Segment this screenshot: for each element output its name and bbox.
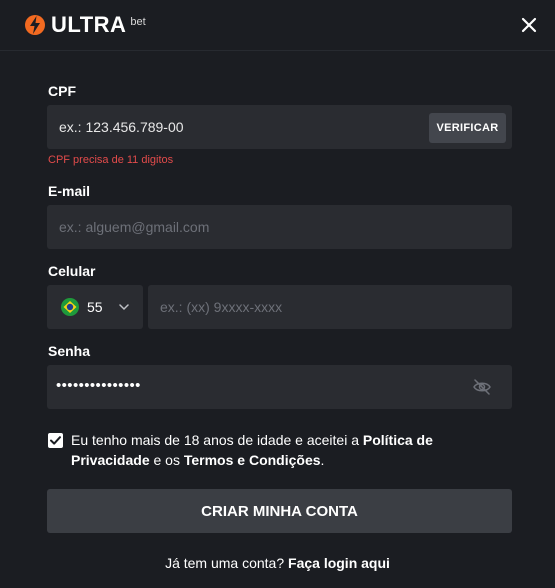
create-account-button[interactable]: CRIAR MINHA CONTA xyxy=(47,489,512,533)
login-prompt: Já tem uma conta? Faça login aqui xyxy=(0,555,555,571)
phone-input[interactable] xyxy=(148,285,512,329)
password-input[interactable]: ••••••••••••••• xyxy=(56,377,141,394)
email-input[interactable] xyxy=(47,205,512,249)
email-label: E-mail xyxy=(48,183,91,199)
cpf-label: CPF xyxy=(48,83,76,99)
phone-label: Celular xyxy=(48,263,96,279)
verify-button[interactable]: VERIFICAR xyxy=(429,113,506,143)
brand-suffix: bet xyxy=(130,16,146,28)
terms-text-part: Eu tenho mais de 18 anos de idade e acei… xyxy=(71,432,363,448)
brazil-flag-icon xyxy=(61,298,79,316)
brand-name: ULTRA xyxy=(51,12,127,37)
cpf-error-message: CPF precisa de 11 digitos xyxy=(48,154,174,166)
cpf-field-wrapper: VERIFICAR xyxy=(47,105,512,149)
terms-conditions-link[interactable]: Termos e Condições xyxy=(184,452,321,468)
password-label: Senha xyxy=(48,343,91,359)
close-icon[interactable] xyxy=(519,15,539,35)
chevron-down-icon xyxy=(119,304,129,311)
terms-text: Eu tenho mais de 18 anos de idade e acei… xyxy=(71,430,481,470)
email-field-wrapper xyxy=(47,205,512,249)
terms-text-part: e os xyxy=(149,452,184,468)
terms-checkbox[interactable] xyxy=(48,433,63,448)
checkmark-icon xyxy=(50,436,61,445)
bolt-logo-icon xyxy=(25,15,45,35)
brand-logo: ULTRA bet xyxy=(24,12,146,38)
login-prompt-text: Já tem uma conta? xyxy=(165,555,289,571)
country-code-select[interactable]: 55 xyxy=(47,285,143,329)
eye-off-icon[interactable] xyxy=(472,377,492,397)
phone-field-wrapper xyxy=(148,285,512,329)
terms-text-part: . xyxy=(320,452,325,468)
login-link[interactable]: Faça login aqui xyxy=(288,555,390,571)
modal-header: ULTRA bet xyxy=(0,0,555,51)
password-field-wrapper[interactable]: ••••••••••••••• xyxy=(47,365,512,409)
country-code-value: 55 xyxy=(87,299,103,315)
